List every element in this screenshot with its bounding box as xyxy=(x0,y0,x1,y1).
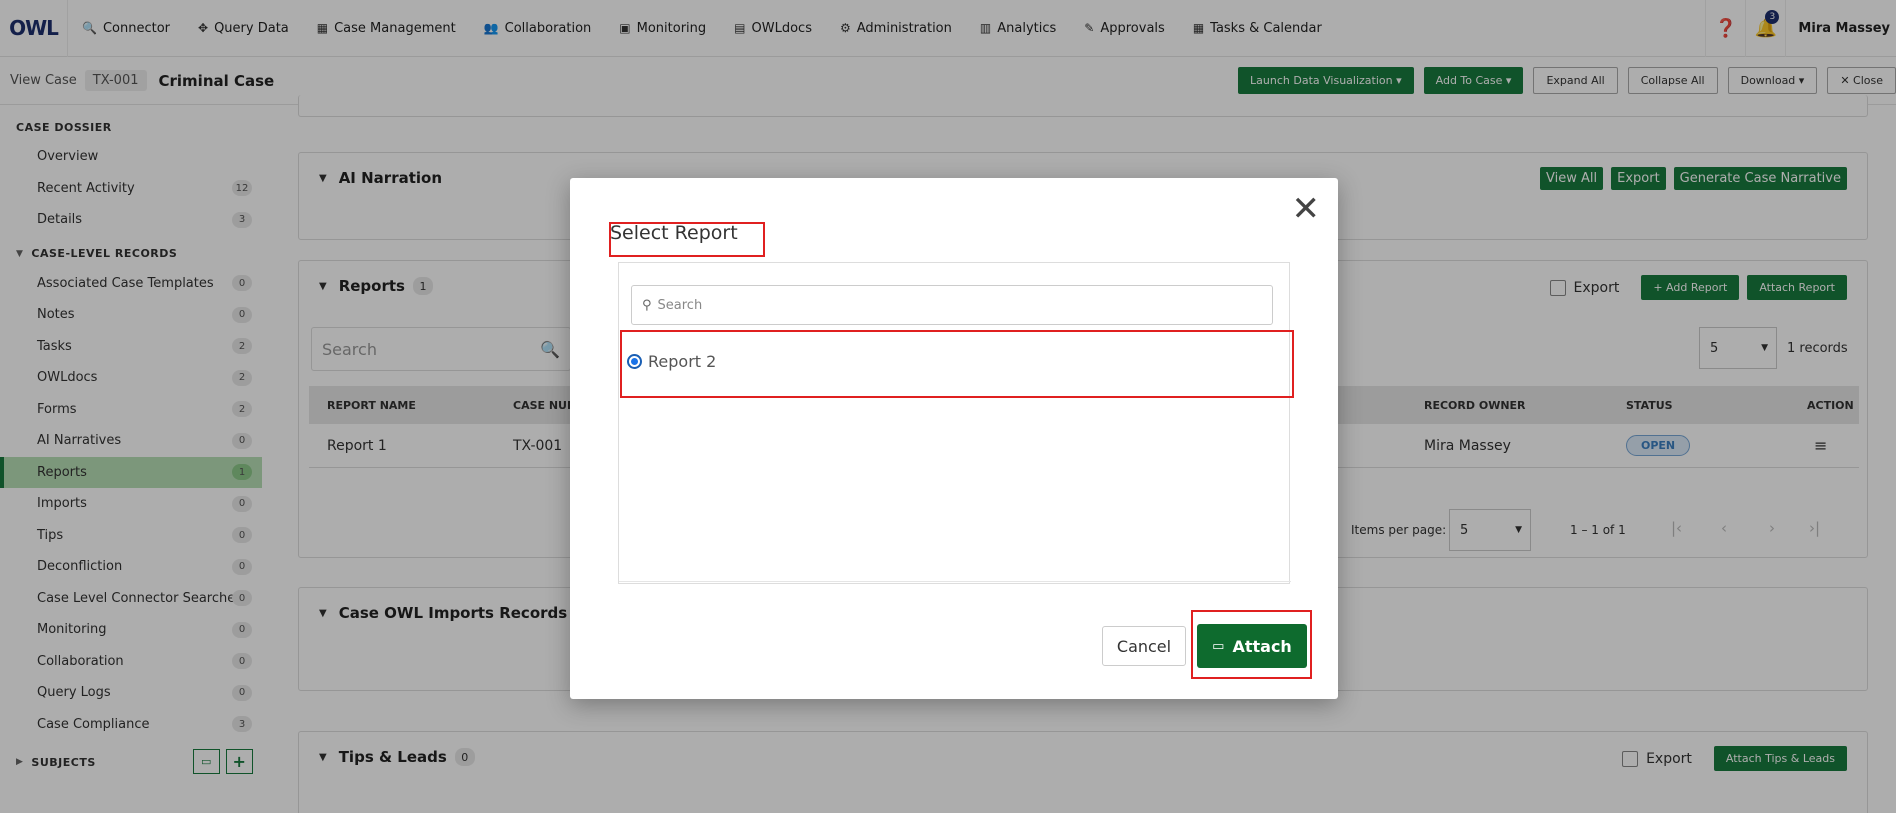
highlight-box-option xyxy=(620,330,1294,398)
report-list-box: ⚲ Search Report 2 xyxy=(618,262,1291,584)
search-icon: ⚲ xyxy=(642,297,652,313)
highlight-box-attach xyxy=(1191,610,1312,679)
search-placeholder: Search xyxy=(657,297,703,313)
divider xyxy=(619,581,1291,582)
report-search-input[interactable]: ⚲ Search xyxy=(631,285,1273,325)
cancel-button[interactable]: Cancel xyxy=(1102,626,1186,666)
close-icon[interactable]: ✕ xyxy=(1292,192,1321,226)
highlight-box-title xyxy=(609,222,765,257)
